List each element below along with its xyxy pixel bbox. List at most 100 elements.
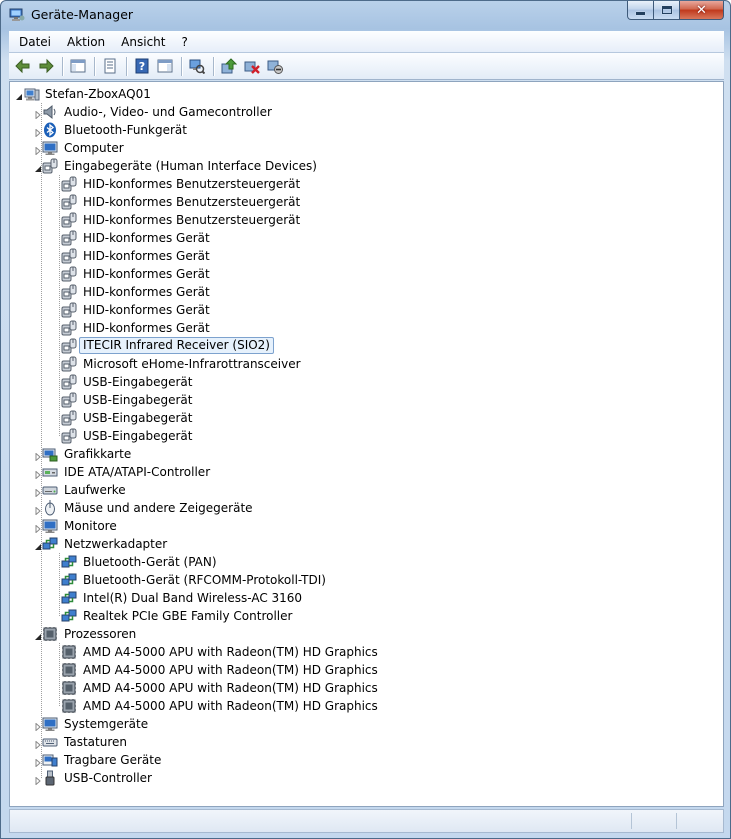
tree-item-label[interactable]: AMD A4-5000 APU with Radeon(TM) HD Graph… xyxy=(83,644,378,660)
tree-item-label[interactable]: Mäuse und andere Zeigegeräte xyxy=(64,500,253,516)
tree-item-label[interactable]: USB-Eingabegerät xyxy=(83,410,192,426)
collapse-arrow-icon[interactable] xyxy=(34,162,42,172)
tree-item-label[interactable]: Laufwerke xyxy=(64,482,126,498)
expand-arrow-icon[interactable] xyxy=(34,108,42,120)
tree-device-item[interactable]: USB-Eingabegerät xyxy=(10,391,710,409)
tree-category-item[interactable]: Grafikkarte xyxy=(10,445,710,463)
tree-item-label[interactable]: HID-konformes Gerät xyxy=(83,284,210,300)
tree-item-label[interactable]: Grafikkarte xyxy=(64,446,131,462)
tree-item-label[interactable]: USB-Controller xyxy=(64,770,152,786)
expand-arrow-icon[interactable] xyxy=(34,522,42,534)
menu-ansicht[interactable]: Ansicht xyxy=(113,32,173,52)
tree-item-label[interactable]: Audio-, Video- und Gamecontroller xyxy=(64,104,272,120)
tree-device-item[interactable]: USB-Eingabegerät xyxy=(10,427,710,445)
expand-arrow-icon[interactable] xyxy=(34,450,42,462)
tree-item-label[interactable]: Stefan-ZboxAQ01 xyxy=(45,86,151,102)
tree-device-item[interactable]: HID-konformes Benutzersteuergerät xyxy=(10,193,710,211)
tree-device-item[interactable]: Bluetooth-Gerät (RFCOMM-Protokoll-TDI) xyxy=(10,571,710,589)
tree-category-item[interactable]: Prozessoren xyxy=(10,625,710,643)
tree-device-item[interactable]: AMD A4-5000 APU with Radeon(TM) HD Graph… xyxy=(10,661,710,679)
tree-category-item[interactable]: Mäuse und andere Zeigegeräte xyxy=(10,499,710,517)
tree-device-item[interactable]: Realtek PCIe GBE Family Controller xyxy=(10,607,710,625)
tree-item-label[interactable]: IDE ATA/ATAPI-Controller xyxy=(64,464,210,480)
tree-item-label[interactable]: Netzwerkadapter xyxy=(64,536,167,552)
properties-button[interactable] xyxy=(100,56,120,76)
collapse-arrow-icon[interactable] xyxy=(34,540,42,550)
tree-item-label[interactable]: Prozessoren xyxy=(64,626,136,642)
tree-item-label[interactable]: HID-konformes Benutzersteuergerät xyxy=(83,212,300,228)
tree-device-item[interactable]: HID-konformes Gerät xyxy=(10,247,710,265)
collapse-arrow-icon[interactable] xyxy=(34,630,42,640)
tree-item-label[interactable]: Bluetooth-Gerät (PAN) xyxy=(83,554,217,570)
tree-item-label[interactable]: Bluetooth-Gerät (RFCOMM-Protokoll-TDI) xyxy=(83,572,326,588)
tree-item-label[interactable]: HID-konformes Benutzersteuergerät xyxy=(83,176,300,192)
show-hide-console-tree-button[interactable] xyxy=(68,56,88,76)
tree-category-item[interactable]: IDE ATA/ATAPI-Controller xyxy=(10,463,710,481)
tree-category-item[interactable]: Tastaturen xyxy=(10,733,710,751)
tree-device-item[interactable]: HID-konformes Gerät xyxy=(10,319,710,337)
expand-arrow-icon[interactable] xyxy=(34,144,42,156)
tree-item-label[interactable]: USB-Eingabegerät xyxy=(83,428,192,444)
menu-help[interactable]: ? xyxy=(173,32,195,52)
title-bar[interactable]: Geräte-Manager ✕ xyxy=(1,1,730,29)
close-button[interactable]: ✕ xyxy=(680,1,724,20)
tree-device-item[interactable]: AMD A4-5000 APU with Radeon(TM) HD Graph… xyxy=(10,697,710,715)
tree-category-item[interactable]: Bluetooth-Funkgerät xyxy=(10,121,710,139)
tree-category-item[interactable]: Eingabegeräte (Human Interface Devices) xyxy=(10,157,710,175)
tree-item-label[interactable]: Microsoft eHome-Infrarottransceiver xyxy=(83,356,301,372)
tree-device-item[interactable]: AMD A4-5000 APU with Radeon(TM) HD Graph… xyxy=(10,679,710,697)
expand-arrow-icon[interactable] xyxy=(34,774,42,786)
expand-arrow-icon[interactable] xyxy=(34,720,42,732)
tree-item-label[interactable]: Tastaturen xyxy=(64,734,127,750)
tree-device-item[interactable]: AMD A4-5000 APU with Radeon(TM) HD Graph… xyxy=(10,643,710,661)
tree-device-item[interactable]: HID-konformes Gerät xyxy=(10,301,710,319)
tree-device-item[interactable]: Microsoft eHome-Infrarottransceiver xyxy=(10,355,710,373)
tree-device-item[interactable]: HID-konformes Benutzersteuergerät xyxy=(10,211,710,229)
tree-item-label[interactable]: Computer xyxy=(64,140,124,156)
tree-device-item[interactable]: USB-Eingabegerät xyxy=(10,373,710,391)
tree-category-item[interactable]: Systemgeräte xyxy=(10,715,710,733)
tree-device-item[interactable]: HID-konformes Gerät xyxy=(10,283,710,301)
tree-device-item[interactable]: Bluetooth-Gerät (PAN) xyxy=(10,553,710,571)
tree-category-item[interactable]: Audio-, Video- und Gamecontroller xyxy=(10,103,710,121)
menu-datei[interactable]: Datei xyxy=(11,32,59,52)
back-button[interactable] xyxy=(13,56,33,76)
expand-arrow-icon[interactable] xyxy=(34,504,42,516)
scan-hardware-button[interactable] xyxy=(187,56,207,76)
expand-arrow-icon[interactable] xyxy=(34,486,42,498)
tree-item-label[interactable]: HID-konformes Gerät xyxy=(83,230,210,246)
menu-aktion[interactable]: Aktion xyxy=(59,32,113,52)
tree-root-item[interactable]: Stefan-ZboxAQ01 xyxy=(10,85,710,103)
tree-device-item[interactable]: HID-konformes Gerät xyxy=(10,265,710,283)
tree-item-label[interactable]: USB-Eingabegerät xyxy=(83,374,192,390)
tree-category-item[interactable]: Computer xyxy=(10,139,710,157)
tree-category-item[interactable]: USB-Controller xyxy=(10,769,710,787)
tree-category-item[interactable]: Monitore xyxy=(10,517,710,535)
tree-item-label[interactable]: USB-Eingabegerät xyxy=(83,392,192,408)
tree-item-label[interactable]: Intel(R) Dual Band Wireless-AC 3160 xyxy=(83,590,302,606)
expand-arrow-icon[interactable] xyxy=(34,126,42,138)
tree-category-item[interactable]: Tragbare Geräte xyxy=(10,751,710,769)
collapse-arrow-icon[interactable] xyxy=(15,90,23,100)
tree-item-label[interactable]: Systemgeräte xyxy=(64,716,148,732)
device-tree[interactable]: Stefan-ZboxAQ01 Audio-, Video- und Gameco… xyxy=(9,81,724,807)
tree-item-label[interactable]: AMD A4-5000 APU with Radeon(TM) HD Graph… xyxy=(83,662,378,678)
tree-device-item[interactable]: ITECIR Infrared Receiver (SIO2) xyxy=(10,337,710,355)
tree-item-label[interactable]: Realtek PCIe GBE Family Controller xyxy=(83,608,292,624)
tree-item-label[interactable]: AMD A4-5000 APU with Radeon(TM) HD Graph… xyxy=(83,698,378,714)
tree-item-label[interactable]: HID-konformes Gerät xyxy=(83,302,210,318)
tree-item-label[interactable]: ITECIR Infrared Receiver (SIO2) xyxy=(79,337,274,354)
update-driver-button[interactable] xyxy=(219,56,239,76)
forward-button[interactable] xyxy=(36,56,56,76)
tree-item-label[interactable]: HID-konformes Gerät xyxy=(83,320,210,336)
tree-item-label[interactable]: HID-konformes Gerät xyxy=(83,248,210,264)
tree-device-item[interactable]: HID-konformes Gerät xyxy=(10,229,710,247)
tree-device-item[interactable]: USB-Eingabegerät xyxy=(10,409,710,427)
expand-arrow-icon[interactable] xyxy=(34,468,42,480)
uninstall-device-button[interactable] xyxy=(242,56,262,76)
tree-item-label[interactable]: Monitore xyxy=(64,518,117,534)
show-hide-action-pane-button[interactable] xyxy=(155,56,175,76)
tree-item-label[interactable]: HID-konformes Benutzersteuergerät xyxy=(83,194,300,210)
tree-item-label[interactable]: AMD A4-5000 APU with Radeon(TM) HD Graph… xyxy=(83,680,378,696)
tree-category-item[interactable]: Netzwerkadapter xyxy=(10,535,710,553)
